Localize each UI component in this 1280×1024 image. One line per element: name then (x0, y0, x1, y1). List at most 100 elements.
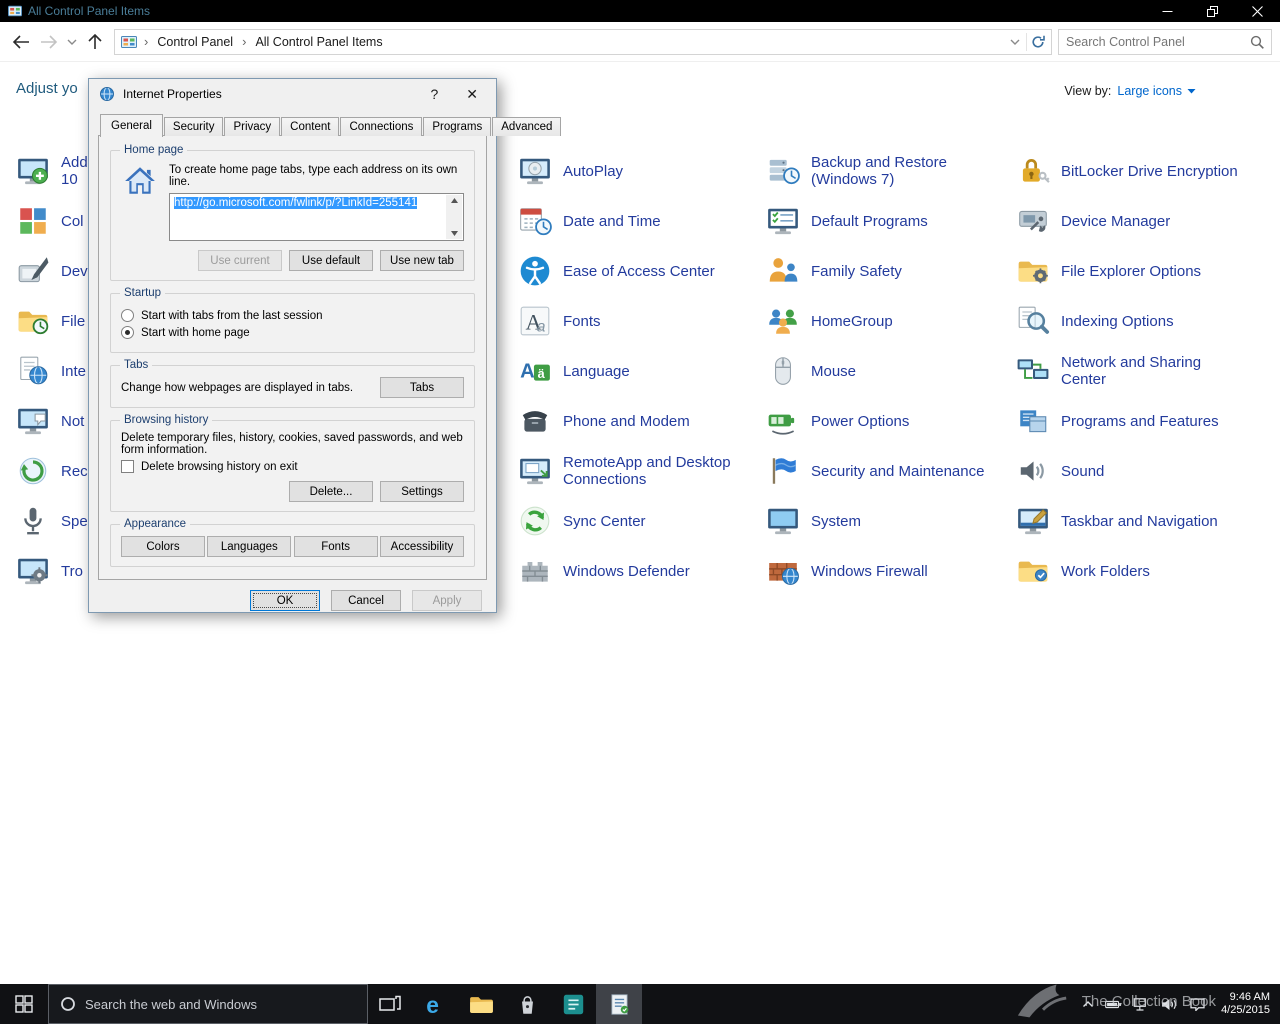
breadcrumb-all-control-panel-items[interactable]: All Control Panel Items (253, 33, 384, 51)
control-panel-item[interactable]: Windows Defender (518, 546, 760, 596)
control-panel-item[interactable]: Default Programs (766, 196, 1012, 246)
control-panel-item-label: Inte (61, 362, 87, 380)
minimize-button[interactable] (1145, 0, 1190, 22)
indexing-options-icon (1016, 304, 1050, 338)
control-panel-item[interactable]: AutoPlay (518, 146, 760, 196)
back-button[interactable] (8, 29, 34, 55)
url-field-scrollbar[interactable] (446, 195, 462, 239)
taskbar-app-file-explorer[interactable] (458, 984, 504, 1024)
dropdown-arrow-icon (1187, 89, 1196, 94)
window-titlebar[interactable]: All Control Panel Items (0, 0, 1280, 22)
control-panel-item[interactable]: Family Safety (766, 246, 1012, 296)
back-arrow-icon (12, 34, 29, 49)
address-bar[interactable]: › Control Panel › All Control Panel Item… (114, 28, 1052, 55)
control-panel-item[interactable]: Sync Center (518, 496, 760, 546)
dialog-tab-advanced[interactable]: Advanced (492, 117, 562, 136)
control-panel-item[interactable]: Network and Sharing Center (1016, 346, 1274, 396)
dialog-titlebar[interactable]: Internet Properties ? ✕ (89, 79, 496, 109)
settings-button[interactable]: Settings (380, 481, 464, 502)
search-input[interactable] (1066, 34, 1250, 49)
taskbar-app-edge[interactable]: e (412, 984, 458, 1024)
control-panel-item[interactable]: Windows Firewall (766, 546, 1012, 596)
browsing-history-group: Browsing history Delete temporary files,… (110, 414, 475, 512)
colors-button[interactable]: Colors (121, 536, 205, 557)
homepage-url-input[interactable]: http://go.microsoft.com/fwlink/p/?LinkId… (169, 193, 464, 241)
control-panel-item[interactable]: System (766, 496, 1012, 546)
use-default-button[interactable]: Use default (289, 250, 373, 271)
control-panel-item[interactable]: Device Manager (1016, 196, 1274, 246)
dialog-tab-connections[interactable]: Connections (340, 117, 423, 136)
control-panel-item-label: Fonts (563, 312, 601, 330)
network-sharing-icon (1016, 354, 1050, 388)
dialog-tab-content[interactable]: Content (281, 117, 340, 136)
control-panel-item[interactable]: BitLocker Drive Encryption (1016, 146, 1274, 196)
volume-icon[interactable] (1161, 998, 1178, 1011)
dialog-tab-security[interactable]: Security (163, 117, 224, 136)
taskbar-app-control-panel[interactable] (596, 984, 642, 1024)
control-panel-item[interactable]: Aa Fonts (518, 296, 760, 346)
control-panel-item-label: File Explorer Options (1061, 262, 1202, 280)
ok-button[interactable]: OK (250, 590, 320, 611)
breadcrumb-control-panel[interactable]: Control Panel (155, 33, 235, 51)
apply-button[interactable]: Apply (412, 590, 482, 611)
refresh-button[interactable] (1027, 31, 1049, 53)
address-dropdown-button[interactable] (1004, 31, 1026, 53)
control-panel-item[interactable]: Sound (1016, 446, 1274, 496)
forward-button[interactable] (36, 29, 62, 55)
dialog-tab-programs[interactable]: Programs (423, 117, 492, 136)
start-button[interactable] (0, 984, 48, 1024)
taskbar-app-store[interactable] (504, 984, 550, 1024)
start-with-tabs-radio[interactable]: Start with tabs from the last session (121, 309, 464, 322)
dialog-close-button[interactable]: ✕ (466, 87, 478, 101)
use-new-tab-button[interactable]: Use new tab (380, 250, 464, 271)
color-management-icon (16, 204, 50, 238)
view-by-value: Large icons (1117, 84, 1182, 98)
control-panel-item[interactable]: Ease of Access Center (518, 246, 760, 296)
svg-text:A: A (520, 360, 535, 382)
taskbar-app-collection-book[interactable] (550, 984, 596, 1024)
control-panel-item[interactable]: Mouse (766, 346, 1012, 396)
tabs-button[interactable]: Tabs (380, 377, 464, 398)
chevron-up-icon[interactable] (1082, 1000, 1094, 1008)
control-panel-item[interactable]: Taskbar and Navigation (1016, 496, 1274, 546)
control-panel-item[interactable]: Programs and Features (1016, 396, 1274, 446)
close-button[interactable] (1235, 0, 1280, 22)
control-panel-icon (121, 34, 137, 50)
accessibility-button[interactable]: Accessibility (379, 536, 464, 557)
control-panel-item[interactable]: Backup and Restore (Windows 7) (766, 146, 1012, 196)
fonts-button[interactable]: Fonts (293, 536, 378, 557)
view-by-dropdown[interactable]: Large icons (1117, 84, 1196, 98)
dialog-tab-privacy[interactable]: Privacy (224, 117, 281, 136)
control-panel-item[interactable]: File Explorer Options (1016, 246, 1274, 296)
action-center-icon[interactable] (1189, 997, 1206, 1011)
recent-locations-button[interactable] (64, 29, 80, 55)
languages-button[interactable]: Languages (207, 536, 292, 557)
control-panel-item[interactable]: RemoteApp and Desktop Connections (518, 446, 760, 496)
up-button[interactable] (82, 29, 108, 55)
dialog-tab-general[interactable]: General (100, 114, 163, 137)
control-panel-item[interactable]: Date and Time (518, 196, 760, 246)
taskbar-search-box[interactable] (48, 984, 368, 1024)
use-current-button[interactable]: Use current (198, 250, 282, 271)
control-panel-item[interactable]: Work Folders (1016, 546, 1274, 596)
start-with-home-page-radio[interactable]: Start with home page (121, 326, 464, 339)
control-panel-item-label: Work Folders (1061, 562, 1150, 580)
cancel-button[interactable]: Cancel (331, 590, 401, 611)
control-panel-item[interactable]: Aä Language (518, 346, 760, 396)
control-panel-item-label: File (61, 312, 86, 330)
restore-button[interactable] (1190, 0, 1235, 22)
control-panel-item[interactable]: Security and Maintenance (766, 446, 1012, 496)
taskbar-clock[interactable]: 9:46 AM 4/25/2015 (1217, 991, 1270, 1017)
delete-history-on-exit-checkbox[interactable]: Delete browsing history on exit (121, 460, 464, 473)
control-panel-item[interactable]: Phone and Modem (518, 396, 760, 446)
homepage-url-selected-text: http://go.microsoft.com/fwlink/p/?LinkId… (174, 197, 418, 209)
dialog-help-button[interactable]: ? (430, 87, 438, 101)
task-view-button[interactable] (368, 984, 412, 1024)
delete-button[interactable]: Delete... (289, 481, 373, 502)
taskbar-search-input[interactable] (85, 996, 356, 1012)
control-panel-item[interactable]: Power Options (766, 396, 1012, 446)
network-icon[interactable] (1133, 997, 1150, 1011)
battery-icon[interactable] (1105, 998, 1122, 1011)
control-panel-item[interactable]: Indexing Options (1016, 296, 1274, 346)
control-panel-item[interactable]: HomeGroup (766, 296, 1012, 346)
